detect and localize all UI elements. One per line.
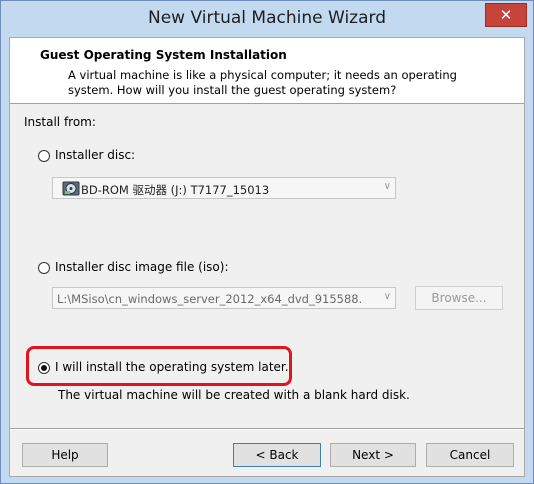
cancel-button[interactable]: Cancel [426, 443, 514, 467]
help-button[interactable]: Help [22, 443, 108, 467]
next-button[interactable]: Next > [330, 443, 416, 467]
installer-disc-label[interactable]: Installer disc: [55, 148, 135, 162]
window-title: New Virtual Machine Wizard [148, 8, 386, 28]
disc-drive-select[interactable]: BD-ROM 驱动器 (J:) T7177_15013 ∨ [52, 177, 396, 199]
chevron-down-icon: ∨ [383, 291, 391, 302]
disc-drive-value: BD-ROM 驱动器 (J:) T7177_15013 [81, 183, 270, 197]
install-from-label: Install from: [24, 115, 96, 129]
close-icon: ✕ [499, 6, 513, 24]
installer-disc-radio[interactable] [38, 150, 50, 162]
chevron-down-icon: ∨ [383, 181, 391, 192]
footer-divider [10, 428, 524, 430]
install-later-note: The virtual machine will be created with… [58, 388, 410, 402]
wizard-header: Guest Operating System Installation A vi… [10, 38, 524, 104]
wizard-window: New Virtual Machine Wizard ✕ Guest Opera… [0, 0, 534, 484]
browse-button[interactable]: Browse... [415, 286, 503, 310]
page-description: A virtual machine is like a physical com… [68, 68, 457, 97]
back-button[interactable]: < Back [233, 443, 321, 467]
dialog-body: Guest Operating System Installation A vi… [9, 37, 525, 477]
close-button[interactable]: ✕ [485, 3, 527, 27]
iso-path-value: L:\MSiso\cn_windows_server_2012_x64_dvd_… [57, 292, 363, 306]
title-bar[interactable]: New Virtual Machine Wizard ✕ [1, 1, 533, 37]
iso-image-radio[interactable] [38, 262, 50, 274]
iso-image-label[interactable]: Installer disc image file (iso): [55, 260, 228, 274]
install-later-radio[interactable] [38, 362, 50, 374]
iso-path-select[interactable]: L:\MSiso\cn_windows_server_2012_x64_dvd_… [52, 287, 396, 309]
page-title: Guest Operating System Installation [40, 48, 287, 62]
disc-drive-icon [62, 181, 80, 196]
install-later-label[interactable]: I will install the operating system late… [55, 360, 289, 374]
